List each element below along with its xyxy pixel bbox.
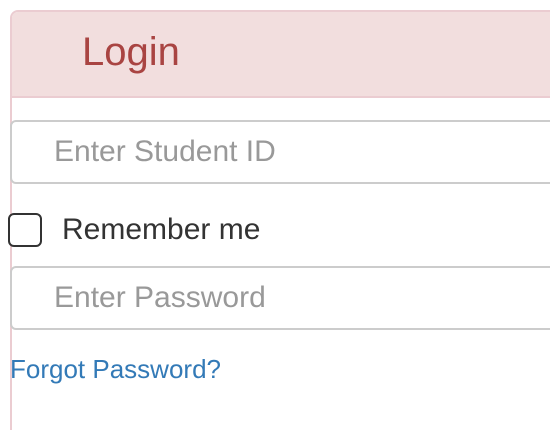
forgot-password-link[interactable]: Forgot Password?: [10, 356, 221, 382]
student-id-input[interactable]: [10, 120, 550, 184]
checkbox-unchecked-icon[interactable]: [8, 213, 42, 247]
remember-me-row[interactable]: Remember me: [8, 212, 260, 248]
login-title: Login: [82, 30, 180, 74]
login-panel-heading: Login: [12, 12, 550, 98]
remember-me-label: Remember me: [62, 213, 261, 246]
password-input[interactable]: [10, 266, 550, 330]
